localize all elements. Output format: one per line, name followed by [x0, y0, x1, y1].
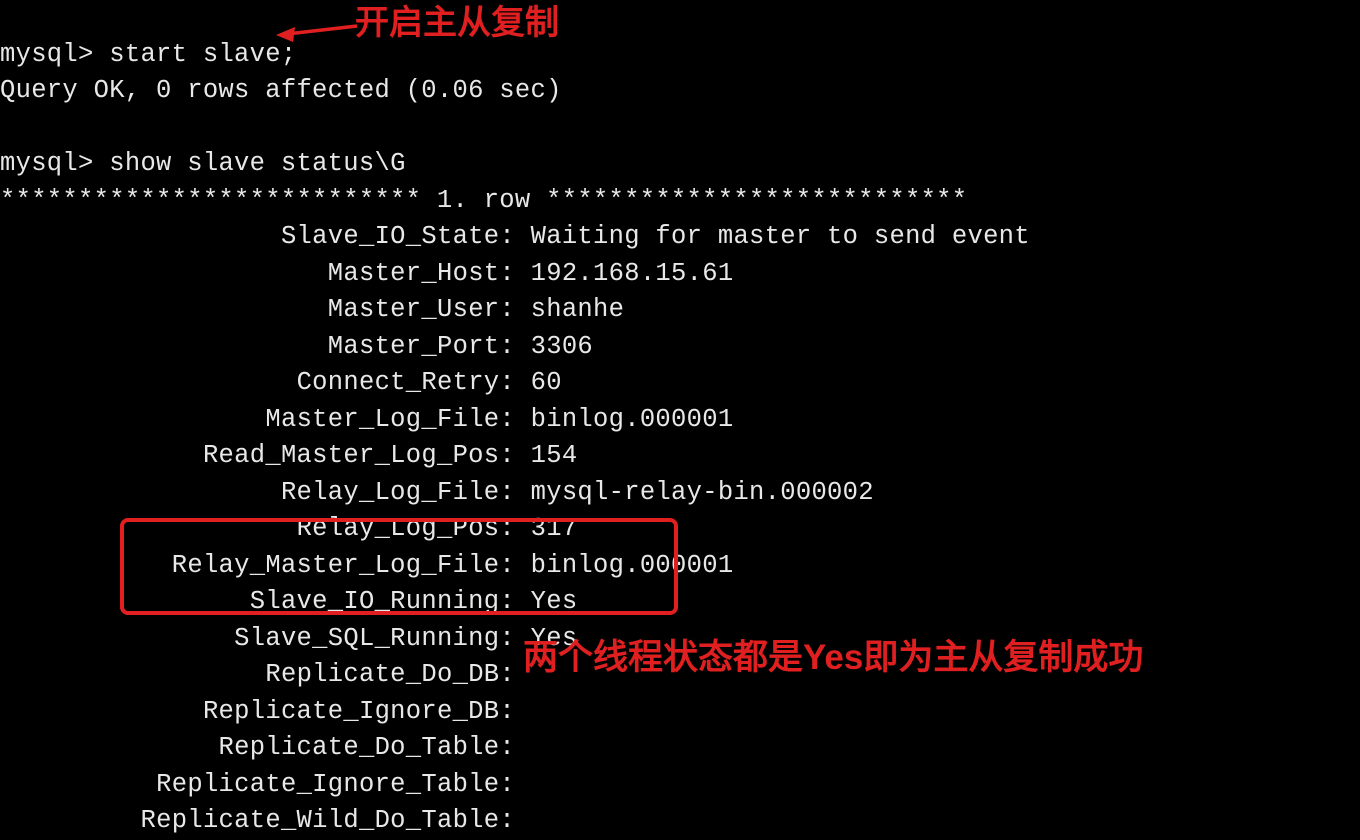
row-slave-io-running: Slave_IO_Running: Yes — [0, 584, 1360, 621]
row-read-master-log-pos: Read_Master_Log_Pos: 154 — [0, 438, 1360, 475]
terminal-output: mysql> start slave; Query OK, 0 rows aff… — [0, 0, 1360, 840]
row-connect-retry: Connect_Retry: 60 — [0, 365, 1360, 402]
result-line: Query OK, 0 rows affected (0.06 sec) — [0, 76, 562, 105]
row-slave-io-state: Slave_IO_State: Waiting for master to se… — [0, 219, 1360, 256]
prompt-line-1: mysql> start slave; — [0, 40, 296, 69]
row-relay-log-pos: Relay_Log_Pos: 317 — [0, 511, 1360, 548]
row-replicate-ignore-db: Replicate_Ignore_DB: — [0, 694, 1360, 731]
row-replicate-do-db: Replicate_Do_DB: — [0, 657, 1360, 694]
row-replicate-do-table: Replicate_Do_Table: — [0, 730, 1360, 767]
row-master-log-file: Master_Log_File: binlog.000001 — [0, 402, 1360, 439]
row-relay-master-log-file: Relay_Master_Log_File: binlog.000001 — [0, 548, 1360, 585]
row-header: *************************** 1. row *****… — [0, 186, 967, 215]
mysql-prompt: mysql> — [0, 40, 94, 69]
prompt-line-2: mysql> show slave status\G — [0, 149, 406, 178]
row-slave-sql-running: Slave_SQL_Running: Yes — [0, 621, 1360, 658]
command-show-status: show slave status\G — [109, 149, 405, 178]
row-master-port: Master_Port: 3306 — [0, 329, 1360, 366]
row-relay-log-file: Relay_Log_File: mysql-relay-bin.000002 — [0, 475, 1360, 512]
command-start-slave: start slave; — [109, 40, 296, 69]
row-replicate-wild-do-table: Replicate_Wild_Do_Table: — [0, 803, 1360, 840]
mysql-prompt: mysql> — [0, 149, 94, 178]
row-replicate-ignore-table: Replicate_Ignore_Table: — [0, 767, 1360, 804]
row-master-user: Master_User: shanhe — [0, 292, 1360, 329]
row-master-host: Master_Host: 192.168.15.61 — [0, 256, 1360, 293]
